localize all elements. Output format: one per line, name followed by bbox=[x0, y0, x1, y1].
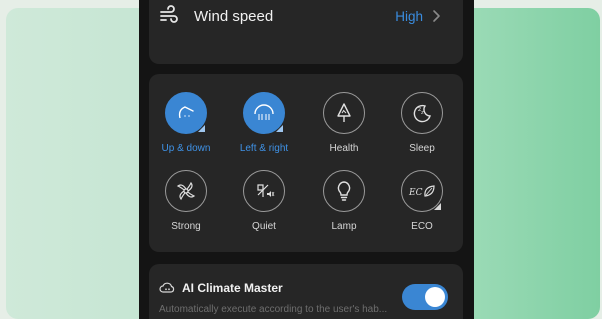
more-options-corner bbox=[434, 203, 441, 210]
ai-climate-master-panel: AI Climate Master Automatically execute … bbox=[149, 264, 463, 319]
mode-quiet[interactable]: Quiet bbox=[232, 170, 296, 232]
sleep-button[interactable]: z z bbox=[401, 92, 443, 134]
wind-speed-panel: Wind speed High bbox=[149, 0, 463, 64]
mode-up-down[interactable]: Up & down bbox=[154, 92, 218, 154]
ai-climate-master-subtitle: Automatically execute according to the u… bbox=[159, 304, 388, 315]
strong-button[interactable] bbox=[165, 170, 207, 212]
ai-climate-master-toggle[interactable] bbox=[402, 284, 448, 310]
swing-left-right-button[interactable] bbox=[243, 92, 285, 134]
mode-label: Health bbox=[329, 143, 359, 154]
swing-up-down-icon bbox=[178, 106, 194, 119]
mode-label: Sleep bbox=[409, 143, 435, 154]
mode-label: Up & down bbox=[161, 143, 211, 154]
ai-climate-master-title: AI Climate Master bbox=[182, 281, 283, 295]
toggle-knob bbox=[425, 287, 445, 307]
mode-left-right[interactable]: Left & right bbox=[232, 92, 296, 154]
svg-text:EC: EC bbox=[408, 188, 423, 198]
fan-strong-icon bbox=[176, 181, 196, 201]
mode-strong[interactable]: Strong bbox=[154, 170, 218, 232]
modes-panel: Up & down Left & right Health z z Sleep … bbox=[149, 74, 463, 252]
mode-label: Lamp bbox=[331, 221, 357, 232]
lamp-button[interactable] bbox=[323, 170, 365, 212]
eco-button[interactable]: EC bbox=[401, 170, 443, 212]
phone-screen: Wind speed High Up & down Left & right H… bbox=[139, 0, 474, 319]
mode-lamp[interactable]: Lamp bbox=[312, 170, 376, 232]
moon-zz-icon: z z bbox=[413, 104, 431, 123]
mode-eco[interactable]: EC ECO bbox=[390, 170, 454, 232]
lightbulb-icon bbox=[337, 181, 351, 201]
more-options-corner bbox=[276, 125, 283, 132]
chevron-right-icon bbox=[433, 10, 440, 22]
ai-cloud-icon bbox=[159, 282, 175, 293]
mode-health[interactable]: Health bbox=[312, 92, 376, 154]
fan-quiet-icon bbox=[257, 184, 275, 197]
quiet-button[interactable] bbox=[243, 170, 285, 212]
wind-speed-label: Wind speed bbox=[194, 8, 274, 25]
wind-icon bbox=[160, 5, 178, 23]
wind-speed-row[interactable]: Wind speed High bbox=[149, 4, 463, 32]
mode-label: Strong bbox=[171, 221, 201, 232]
svg-text:z: z bbox=[421, 110, 424, 116]
swing-up-down-button[interactable] bbox=[165, 92, 207, 134]
more-options-corner bbox=[198, 125, 205, 132]
eco-leaf-icon: EC bbox=[408, 185, 435, 198]
mode-sleep[interactable]: z z Sleep bbox=[390, 92, 454, 154]
tree-icon bbox=[337, 103, 351, 122]
mode-label: ECO bbox=[411, 221, 433, 232]
health-button[interactable] bbox=[323, 92, 365, 134]
mode-label: Quiet bbox=[252, 221, 276, 232]
wind-speed-value: High bbox=[395, 9, 423, 24]
swing-left-right-icon bbox=[254, 104, 274, 120]
mode-label: Left & right bbox=[239, 143, 289, 154]
